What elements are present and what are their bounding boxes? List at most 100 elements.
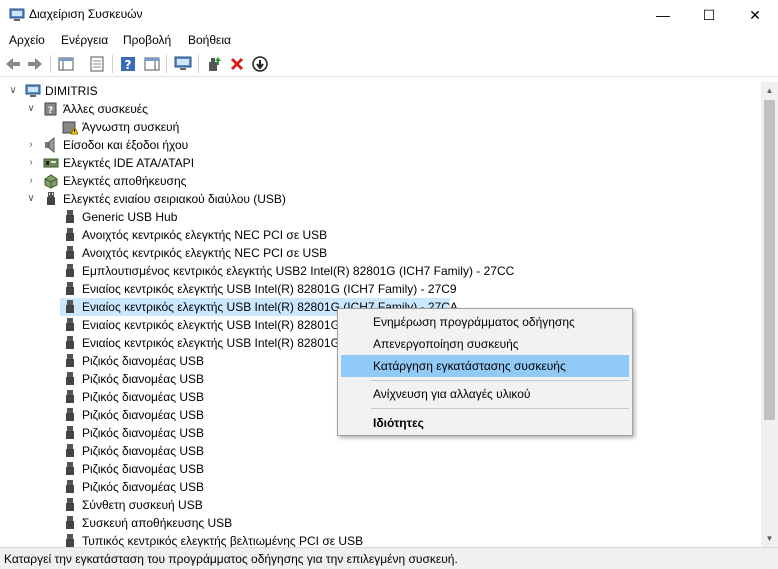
menu-item-update-driver[interactable]: Ενημέρωση προγράμματος οδήγησης bbox=[341, 311, 629, 333]
tree-node-usb-device[interactable]: Generic USB Hub bbox=[0, 208, 761, 226]
tree-label: Ελεγκτές IDE ATA/ATAPI bbox=[63, 156, 195, 170]
tree-node-audio[interactable]: › Είσοδοι και έξοδοι ήχου bbox=[0, 136, 761, 154]
usb-icon bbox=[66, 228, 74, 241]
menu-bar: Αρχείο Ενέργεια Προβολή Βοήθεια bbox=[0, 30, 778, 51]
minimize-button[interactable]: — bbox=[640, 0, 686, 30]
toolbar-separator bbox=[50, 55, 51, 73]
usb-icon bbox=[66, 300, 74, 313]
controller-icon bbox=[43, 158, 59, 168]
usb-icon bbox=[66, 282, 74, 295]
tree-node-usb-device[interactable]: Ενιαίος κεντρικός ελεγκτής USB Intel(R) … bbox=[0, 280, 761, 298]
tree-label: Άγνωστη συσκευή bbox=[82, 120, 180, 134]
usb-icon bbox=[66, 462, 74, 475]
tree-label: Ελεγκτές αποθήκευσης bbox=[63, 174, 187, 188]
properties-icon[interactable] bbox=[88, 55, 106, 73]
chevron-right-icon[interactable]: › bbox=[26, 172, 36, 190]
storage-controller-icon bbox=[44, 174, 58, 189]
usb-icon bbox=[66, 354, 74, 367]
toolbar-separator bbox=[166, 55, 167, 73]
menu-item-scan-hardware[interactable]: Ανίχνευση για αλλαγές υλικού bbox=[341, 383, 629, 405]
chevron-right-icon[interactable]: › bbox=[26, 136, 36, 154]
update-driver-icon[interactable] bbox=[205, 55, 223, 73]
usb-icon bbox=[66, 390, 74, 403]
usb-icon bbox=[66, 426, 74, 439]
menu-view[interactable]: Προβολή bbox=[123, 33, 171, 47]
warning-device-icon bbox=[62, 121, 78, 135]
tree-label: Ενιαίος κεντρικός ελεγκτής USB Intel(R) … bbox=[82, 282, 457, 296]
tree-label: Ανοιχτός κεντρικός ελεγκτής NEC PCI σε U… bbox=[82, 228, 328, 242]
tree-node-usb-device[interactable]: Σύνθετη συσκευή USB bbox=[0, 496, 761, 514]
status-bar: Καταργεί την εγκατάσταση του προγράμματο… bbox=[0, 547, 778, 569]
tree-label: Άλλες συσκευές bbox=[63, 102, 148, 116]
tree-label: Ριζικός διανομέας USB bbox=[82, 426, 205, 440]
tree-node-ide[interactable]: › Ελεγκτές IDE ATA/ATAPI bbox=[0, 154, 761, 172]
tree-node-usb-device[interactable]: Ριζικός διανομέας USB bbox=[0, 460, 761, 478]
usb-icon bbox=[66, 480, 74, 493]
tree-node-usb-device[interactable]: Τυπικός κεντρικός ελεγκτής βελτιωμένης P… bbox=[0, 532, 761, 547]
vertical-scrollbar[interactable]: ▲ ▼ bbox=[761, 82, 778, 547]
tree-node-other-devices[interactable]: ∨ ? Άλλες συσκευές bbox=[0, 100, 761, 118]
action-pane-icon[interactable] bbox=[143, 55, 161, 73]
status-text: Καταργεί την εγκατάσταση του προγράμματο… bbox=[4, 552, 458, 566]
tree-node-usb-device[interactable]: Εμπλουτισμένος κεντρικός ελεγκτής USB2 I… bbox=[0, 262, 761, 280]
tree-label: Ανοιχτός κεντρικός ελεγκτής NEC PCI σε U… bbox=[82, 246, 328, 260]
scroll-up-icon[interactable]: ▲ bbox=[761, 82, 778, 99]
chevron-down-icon[interactable]: ∨ bbox=[26, 190, 36, 208]
forward-icon[interactable] bbox=[26, 55, 44, 73]
menu-item-properties[interactable]: Ιδιότητες bbox=[341, 412, 629, 434]
menu-item-uninstall-device[interactable]: Κατάργηση εγκατάστασης συσκευής bbox=[341, 355, 629, 377]
usb-icon bbox=[66, 444, 74, 457]
menu-separator bbox=[371, 380, 629, 381]
close-button[interactable]: ✕ bbox=[732, 0, 778, 30]
tree-node-usb-device[interactable]: Συσκευή αποθήκευσης USB bbox=[0, 514, 761, 532]
computer-icon bbox=[25, 84, 41, 97]
show-hide-console-tree-icon[interactable] bbox=[57, 55, 75, 73]
context-menu: Ενημέρωση προγράμματος οδήγησης Απενεργο… bbox=[337, 308, 633, 436]
svg-text:?: ? bbox=[48, 106, 53, 116]
monitor-icon[interactable] bbox=[174, 55, 192, 73]
tree-node-storage[interactable]: › Ελεγκτές αποθήκευσης bbox=[0, 172, 761, 190]
usb-icon bbox=[66, 372, 74, 385]
uninstall-device-icon[interactable] bbox=[228, 55, 246, 73]
usb-icon bbox=[66, 210, 74, 223]
menu-help[interactable]: Βοήθεια bbox=[188, 33, 231, 47]
title-bar: Διαχείριση Συσκευών — ☐ ✕ bbox=[0, 0, 778, 30]
menu-file[interactable]: Αρχείο bbox=[9, 33, 45, 47]
tree-node-usb-device[interactable]: Ανοιχτός κεντρικός ελεγκτής NEC PCI σε U… bbox=[0, 244, 761, 262]
tree-label: Generic USB Hub bbox=[82, 210, 178, 224]
speaker-icon bbox=[45, 137, 55, 153]
tree-node-usb-device[interactable]: Ριζικός διανομέας USB bbox=[0, 478, 761, 496]
tree-node-root[interactable]: ∨ DIMITRIS bbox=[0, 82, 761, 100]
chevron-right-icon[interactable]: › bbox=[26, 154, 36, 172]
tree-node-usb-device[interactable]: Ριζικός διανομέας USB bbox=[0, 442, 761, 460]
tree-label: Ριζικός διανομέας USB bbox=[82, 354, 205, 368]
menu-item-disable-device[interactable]: Απενεργοποίηση συσκευής bbox=[341, 333, 629, 355]
usb-icon bbox=[66, 246, 74, 259]
menu-action[interactable]: Ενέργεια bbox=[61, 33, 108, 47]
usb-icon bbox=[66, 336, 74, 349]
toolbar: ? bbox=[0, 51, 778, 77]
tree-label: Σύνθετη συσκευή USB bbox=[82, 498, 203, 512]
tree-label: Τυπικός κεντρικός ελεγκτής βελτιωμένης P… bbox=[82, 534, 364, 547]
toolbar-separator bbox=[112, 55, 113, 73]
tree-label: Είσοδοι και έξοδοι ήχου bbox=[63, 138, 189, 152]
back-icon[interactable] bbox=[4, 55, 22, 73]
scroll-down-icon[interactable]: ▼ bbox=[761, 530, 778, 547]
menu-separator bbox=[371, 408, 629, 409]
chevron-down-icon[interactable]: ∨ bbox=[8, 82, 18, 100]
scroll-thumb[interactable] bbox=[764, 100, 775, 420]
usb-icon bbox=[66, 318, 74, 331]
tree-node-usb-device[interactable]: Ανοιχτός κεντρικός ελεγκτής NEC PCI σε U… bbox=[0, 226, 761, 244]
usb-icon bbox=[66, 498, 74, 511]
chevron-down-icon[interactable]: ∨ bbox=[26, 100, 36, 118]
tree-node-unknown-device[interactable]: Άγνωστη συσκευή bbox=[0, 118, 761, 136]
usb-icon bbox=[66, 534, 74, 547]
usb-icon bbox=[47, 192, 55, 205]
tree-label: Εμπλουτισμένος κεντρικός ελεγκτής USB2 I… bbox=[82, 264, 515, 278]
disable-device-icon[interactable] bbox=[251, 55, 269, 73]
tree-label: DIMITRIS bbox=[45, 84, 98, 98]
maximize-button[interactable]: ☐ bbox=[686, 0, 732, 30]
tree-label: Συσκευή αποθήκευσης USB bbox=[82, 516, 233, 530]
tree-node-usb[interactable]: ∨ Ελεγκτές ενιαίου σειριακού διαύλου (US… bbox=[0, 190, 761, 208]
help-icon[interactable]: ? bbox=[119, 55, 137, 73]
